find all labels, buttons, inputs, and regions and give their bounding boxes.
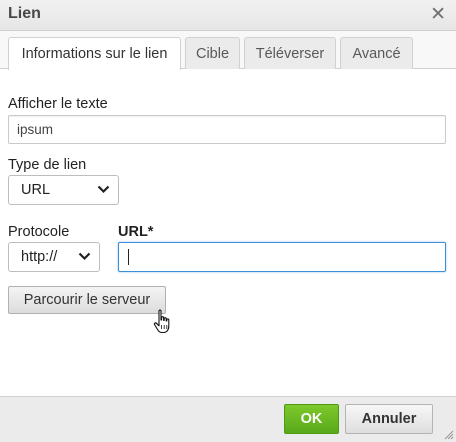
text-caret [128,249,129,265]
dialog-titlebar[interactable]: Lien ✕ [0,0,456,31]
chevron-down-icon [97,185,110,194]
ok-label: OK [300,411,323,427]
link-type-value: URL [21,182,51,198]
tab-label: Cible [195,45,230,62]
protocol-select[interactable]: http:// [8,242,100,272]
browse-server-button[interactable]: Parcourir le serveur [8,286,166,314]
dialog-footer: OK Annuler [0,396,456,442]
dialog-title: Lien [8,5,41,22]
protocol-label: Protocole [8,224,70,240]
url-input[interactable] [118,242,446,272]
display-text-label: Afficher le texte [8,96,108,112]
chevron-down-icon [78,252,91,261]
cancel-button[interactable]: Annuler [345,404,433,434]
link-type-select[interactable]: URL [8,175,119,205]
tab-label: Avancé [352,45,401,62]
tab-advanced[interactable]: Avancé [340,37,413,69]
link-type-label: Type de lien [8,157,87,173]
url-label: URL* [118,224,154,240]
tab-link-info[interactable]: Informations sur le lien [8,37,181,70]
tab-bar: Informations sur le lien Cible Téléverse… [0,31,456,70]
tab-upload[interactable]: Téléverser [244,37,336,69]
hand-pointer-icon [153,309,170,334]
close-icon[interactable]: ✕ [430,5,446,25]
browse-server-label: Parcourir le serveur [23,292,151,308]
tab-target[interactable]: Cible [185,37,240,69]
ok-button[interactable]: OK [284,404,339,434]
cancel-label: Annuler [361,411,417,427]
display-text-input[interactable]: ipsum [8,115,446,144]
protocol-value: http:// [21,249,58,265]
tab-label: Téléverser [255,45,325,62]
tab-label: Informations sur le lien [21,46,168,62]
resize-grip-icon[interactable] [444,430,454,440]
